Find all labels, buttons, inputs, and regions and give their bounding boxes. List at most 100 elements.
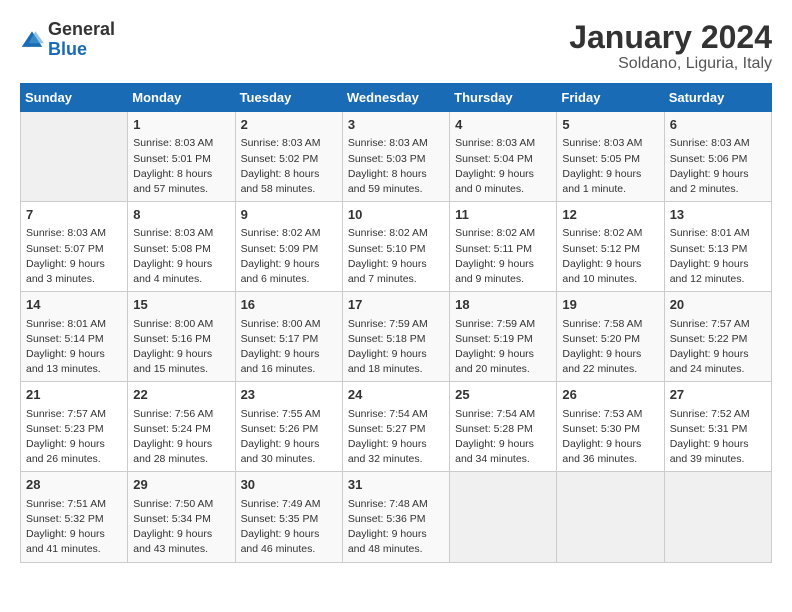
day-info: Sunrise: 8:03 AM Sunset: 5:01 PM Dayligh… (133, 136, 229, 197)
calendar-header-wednesday: Wednesday (342, 84, 449, 112)
calendar-cell: 27 Sunrise: 7:52 AM Sunset: 5:31 PM Dayli… (664, 382, 771, 472)
day-info: Sunrise: 7:57 AM Sunset: 5:23 PM Dayligh… (26, 407, 122, 468)
calendar-table: SundayMondayTuesdayWednesdayThursdayFrid… (20, 83, 772, 562)
logo-text-general: General (48, 19, 115, 39)
day-info: Sunrise: 7:56 AM Sunset: 5:24 PM Dayligh… (133, 407, 229, 468)
day-number: 27 (670, 386, 766, 404)
calendar-header-friday: Friday (557, 84, 664, 112)
day-info: Sunrise: 8:02 AM Sunset: 5:11 PM Dayligh… (455, 226, 551, 287)
day-number: 3 (348, 116, 444, 134)
calendar-cell: 1 Sunrise: 8:03 AM Sunset: 5:01 PM Daylig… (128, 112, 235, 202)
calendar-cell: 20 Sunrise: 7:57 AM Sunset: 5:22 PM Dayli… (664, 292, 771, 382)
day-info: Sunrise: 8:00 AM Sunset: 5:16 PM Dayligh… (133, 317, 229, 378)
day-info: Sunrise: 8:03 AM Sunset: 5:03 PM Dayligh… (348, 136, 444, 197)
day-number: 19 (562, 296, 658, 314)
day-info: Sunrise: 8:03 AM Sunset: 5:06 PM Dayligh… (670, 136, 766, 197)
calendar-cell: 14Sunrise: 8:01 AM Sunset: 5:14 PM Dayli… (21, 292, 128, 382)
calendar-subtitle: Soldano, Liguria, Italy (569, 55, 772, 73)
calendar-cell: 30 Sunrise: 7:49 AM Sunset: 5:35 PM Dayli… (235, 472, 342, 562)
calendar-cell (557, 472, 664, 562)
calendar-cell: 29 Sunrise: 7:50 AM Sunset: 5:34 PM Dayli… (128, 472, 235, 562)
day-info: Sunrise: 7:49 AM Sunset: 5:35 PM Dayligh… (241, 497, 337, 558)
day-number: 9 (241, 206, 337, 224)
calendar-cell: 2 Sunrise: 8:03 AM Sunset: 5:02 PM Daylig… (235, 112, 342, 202)
calendar-header-sunday: Sunday (21, 84, 128, 112)
day-info: Sunrise: 8:00 AM Sunset: 5:17 PM Dayligh… (241, 317, 337, 378)
calendar-cell: 22Sunrise: 7:56 AM Sunset: 5:24 PM Dayli… (128, 382, 235, 472)
day-number: 11 (455, 206, 551, 224)
calendar-cell: 17 Sunrise: 7:59 AM Sunset: 5:18 PM Dayli… (342, 292, 449, 382)
calendar-header-monday: Monday (128, 84, 235, 112)
calendar-cell: 31 Sunrise: 7:48 AM Sunset: 5:36 PM Dayli… (342, 472, 449, 562)
logo: General Blue (20, 20, 115, 60)
calendar-cell: 19 Sunrise: 7:58 AM Sunset: 5:20 PM Dayli… (557, 292, 664, 382)
day-number: 10 (348, 206, 444, 224)
calendar-header-row: SundayMondayTuesdayWednesdayThursdayFrid… (21, 84, 772, 112)
day-number: 2 (241, 116, 337, 134)
day-info: Sunrise: 8:01 AM Sunset: 5:14 PM Dayligh… (26, 317, 122, 378)
day-info: Sunrise: 7:54 AM Sunset: 5:27 PM Dayligh… (348, 407, 444, 468)
day-info: Sunrise: 7:59 AM Sunset: 5:18 PM Dayligh… (348, 317, 444, 378)
day-info: Sunrise: 7:59 AM Sunset: 5:19 PM Dayligh… (455, 317, 551, 378)
calendar-cell: 18 Sunrise: 7:59 AM Sunset: 5:19 PM Dayli… (450, 292, 557, 382)
day-info: Sunrise: 8:02 AM Sunset: 5:12 PM Dayligh… (562, 226, 658, 287)
day-info: Sunrise: 7:51 AM Sunset: 5:32 PM Dayligh… (26, 497, 122, 558)
calendar-cell: 24 Sunrise: 7:54 AM Sunset: 5:27 PM Dayli… (342, 382, 449, 472)
day-info: Sunrise: 7:50 AM Sunset: 5:34 PM Dayligh… (133, 497, 229, 558)
calendar-header-thursday: Thursday (450, 84, 557, 112)
day-number: 20 (670, 296, 766, 314)
calendar-week-5: 28 Sunrise: 7:51 AM Sunset: 5:32 PM Dayli… (21, 472, 772, 562)
calendar-cell: 6 Sunrise: 8:03 AM Sunset: 5:06 PM Daylig… (664, 112, 771, 202)
calendar-cell: 9Sunrise: 8:02 AM Sunset: 5:09 PM Daylig… (235, 202, 342, 292)
day-info: Sunrise: 8:03 AM Sunset: 5:02 PM Dayligh… (241, 136, 337, 197)
day-number: 12 (562, 206, 658, 224)
calendar-cell: 15Sunrise: 8:00 AM Sunset: 5:16 PM Dayli… (128, 292, 235, 382)
day-number: 18 (455, 296, 551, 314)
logo-text-blue: Blue (48, 39, 87, 59)
day-info: Sunrise: 8:02 AM Sunset: 5:10 PM Dayligh… (348, 226, 444, 287)
day-number: 31 (348, 476, 444, 494)
day-number: 7 (26, 206, 122, 224)
calendar-cell (450, 472, 557, 562)
day-info: Sunrise: 7:55 AM Sunset: 5:26 PM Dayligh… (241, 407, 337, 468)
day-info: Sunrise: 7:57 AM Sunset: 5:22 PM Dayligh… (670, 317, 766, 378)
calendar-cell: 5Sunrise: 8:03 AM Sunset: 5:05 PM Daylig… (557, 112, 664, 202)
calendar-week-1: 1 Sunrise: 8:03 AM Sunset: 5:01 PM Daylig… (21, 112, 772, 202)
title-area: January 2024 Soldano, Liguria, Italy (569, 20, 772, 73)
day-number: 21 (26, 386, 122, 404)
logo-icon (20, 28, 44, 52)
calendar-cell: 26Sunrise: 7:53 AM Sunset: 5:30 PM Dayli… (557, 382, 664, 472)
calendar-week-3: 14Sunrise: 8:01 AM Sunset: 5:14 PM Dayli… (21, 292, 772, 382)
calendar-cell (21, 112, 128, 202)
day-number: 29 (133, 476, 229, 494)
day-number: 28 (26, 476, 122, 494)
day-info: Sunrise: 8:03 AM Sunset: 5:04 PM Dayligh… (455, 136, 551, 197)
day-number: 17 (348, 296, 444, 314)
day-info: Sunrise: 7:58 AM Sunset: 5:20 PM Dayligh… (562, 317, 658, 378)
day-number: 1 (133, 116, 229, 134)
day-number: 30 (241, 476, 337, 494)
day-info: Sunrise: 8:03 AM Sunset: 5:08 PM Dayligh… (133, 226, 229, 287)
day-number: 16 (241, 296, 337, 314)
day-number: 4 (455, 116, 551, 134)
day-info: Sunrise: 7:48 AM Sunset: 5:36 PM Dayligh… (348, 497, 444, 558)
calendar-week-4: 21 Sunrise: 7:57 AM Sunset: 5:23 PM Dayli… (21, 382, 772, 472)
calendar-cell: 16 Sunrise: 8:00 AM Sunset: 5:17 PM Dayli… (235, 292, 342, 382)
calendar-cell: 12 Sunrise: 8:02 AM Sunset: 5:12 PM Dayli… (557, 202, 664, 292)
day-info: Sunrise: 7:52 AM Sunset: 5:31 PM Dayligh… (670, 407, 766, 468)
calendar-cell: 10 Sunrise: 8:02 AM Sunset: 5:10 PM Dayli… (342, 202, 449, 292)
calendar-cell: 13Sunrise: 8:01 AM Sunset: 5:13 PM Dayli… (664, 202, 771, 292)
day-number: 5 (562, 116, 658, 134)
calendar-cell: 7 Sunrise: 8:03 AM Sunset: 5:07 PM Daylig… (21, 202, 128, 292)
day-number: 24 (348, 386, 444, 404)
calendar-header-saturday: Saturday (664, 84, 771, 112)
day-number: 6 (670, 116, 766, 134)
calendar-cell: 28 Sunrise: 7:51 AM Sunset: 5:32 PM Dayli… (21, 472, 128, 562)
calendar-cell (664, 472, 771, 562)
calendar-cell: 11 Sunrise: 8:02 AM Sunset: 5:11 PM Dayli… (450, 202, 557, 292)
calendar-cell: 21 Sunrise: 7:57 AM Sunset: 5:23 PM Dayli… (21, 382, 128, 472)
day-info: Sunrise: 7:53 AM Sunset: 5:30 PM Dayligh… (562, 407, 658, 468)
calendar-cell: 8Sunrise: 8:03 AM Sunset: 5:08 PM Daylig… (128, 202, 235, 292)
page-header: General Blue January 2024 Soldano, Ligur… (20, 20, 772, 73)
day-info: Sunrise: 8:03 AM Sunset: 5:07 PM Dayligh… (26, 226, 122, 287)
